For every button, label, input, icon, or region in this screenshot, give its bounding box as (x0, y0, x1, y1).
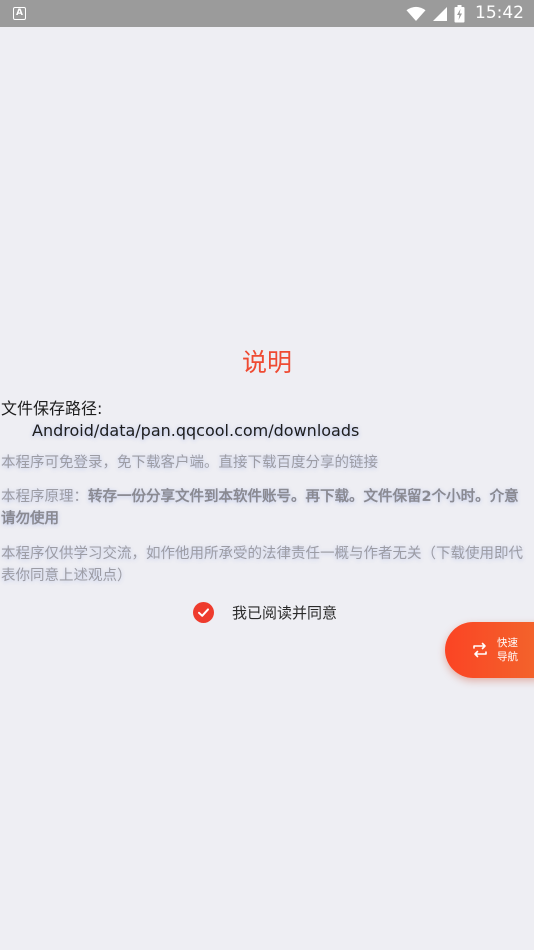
note-principle: 本程序原理：转存一份分享文件到本软件账号。再下载。文件保留2个小时。介意请勿使用 (1, 486, 532, 530)
battery-charging-icon (454, 4, 465, 22)
quick-nav-label-line1: 快速 (497, 637, 518, 649)
status-indicators: 15:42 (406, 0, 524, 27)
note-disclaimer: 本程序仅供学习交流，如作他用所承受的法律责任一概与作者无关（下载使用即代表你同意… (1, 546, 523, 584)
wifi-icon (406, 6, 426, 21)
note-login-free: 本程序可免登录，免下载客户端。直接下载百度分享的链接 (1, 455, 378, 471)
app-notification-icon: A (13, 7, 26, 20)
quick-nav-button[interactable]: 快速 导航 (445, 622, 534, 678)
note-principle-prefix: 本程序原理： (1, 489, 88, 505)
agree-checkbox-row[interactable]: 我已阅读并同意 (193, 601, 337, 623)
save-path-label: 文件保存路径: (1, 399, 103, 418)
agree-label[interactable]: 我已阅读并同意 (232, 602, 337, 623)
status-bar: A 15:42 (0, 0, 534, 27)
quick-nav-label: 快速 导航 (497, 636, 518, 664)
dialog-title: 说明 (241, 348, 292, 377)
swap-icon (473, 642, 487, 658)
save-path-value: Android/data/pan.qqcool.com/downloads (32, 421, 360, 440)
check-circle-icon[interactable] (193, 601, 214, 623)
status-time: 15:42 (475, 3, 524, 23)
cell-signal-icon (433, 6, 447, 21)
quick-nav-label-line2: 导航 (497, 651, 518, 663)
